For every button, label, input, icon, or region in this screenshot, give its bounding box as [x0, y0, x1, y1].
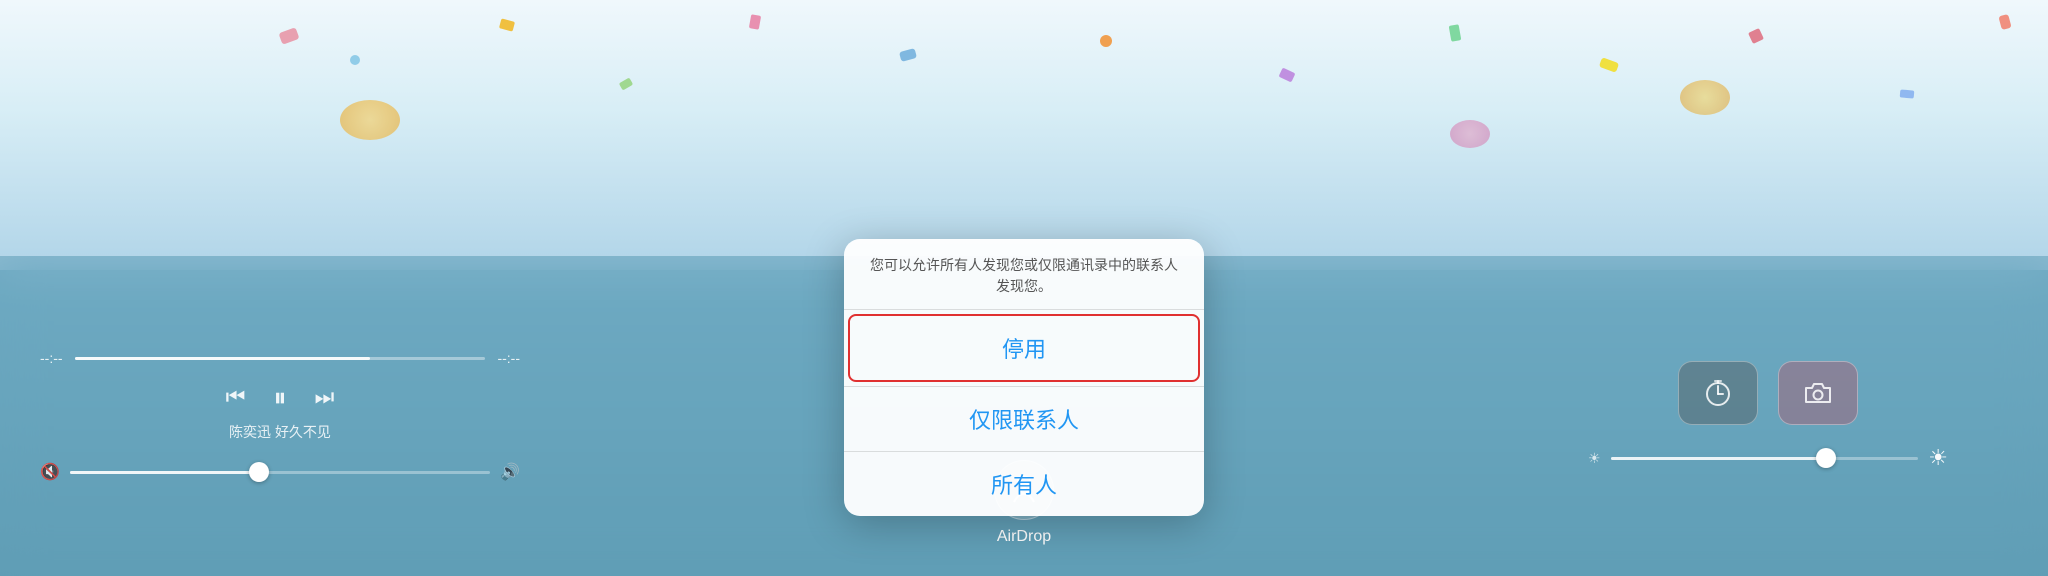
airdrop-popup: 您可以允许所有人发现您或仅限通讯录中的联系人发现您。 停用 仅限联系人 所有人: [844, 239, 1204, 516]
popup-option-contacts-label: 仅限联系人: [969, 403, 1079, 435]
popup-description: 您可以允许所有人发现您或仅限通讯录中的联系人发现您。: [844, 239, 1204, 309]
popup-divider-1: [844, 309, 1204, 310]
airdrop-popup-overlay: 您可以允许所有人发现您或仅限通讯录中的联系人发现您。 停用 仅限联系人 所有人: [0, 0, 2048, 576]
popup-option-contacts[interactable]: 仅限联系人: [844, 387, 1204, 451]
popup-option-everyone-label: 所有人: [991, 468, 1057, 500]
popup-option-everyone[interactable]: 所有人: [844, 452, 1204, 516]
popup-option-disable-label: 停用: [1002, 332, 1046, 364]
popup-option-disable[interactable]: 停用: [848, 314, 1200, 382]
